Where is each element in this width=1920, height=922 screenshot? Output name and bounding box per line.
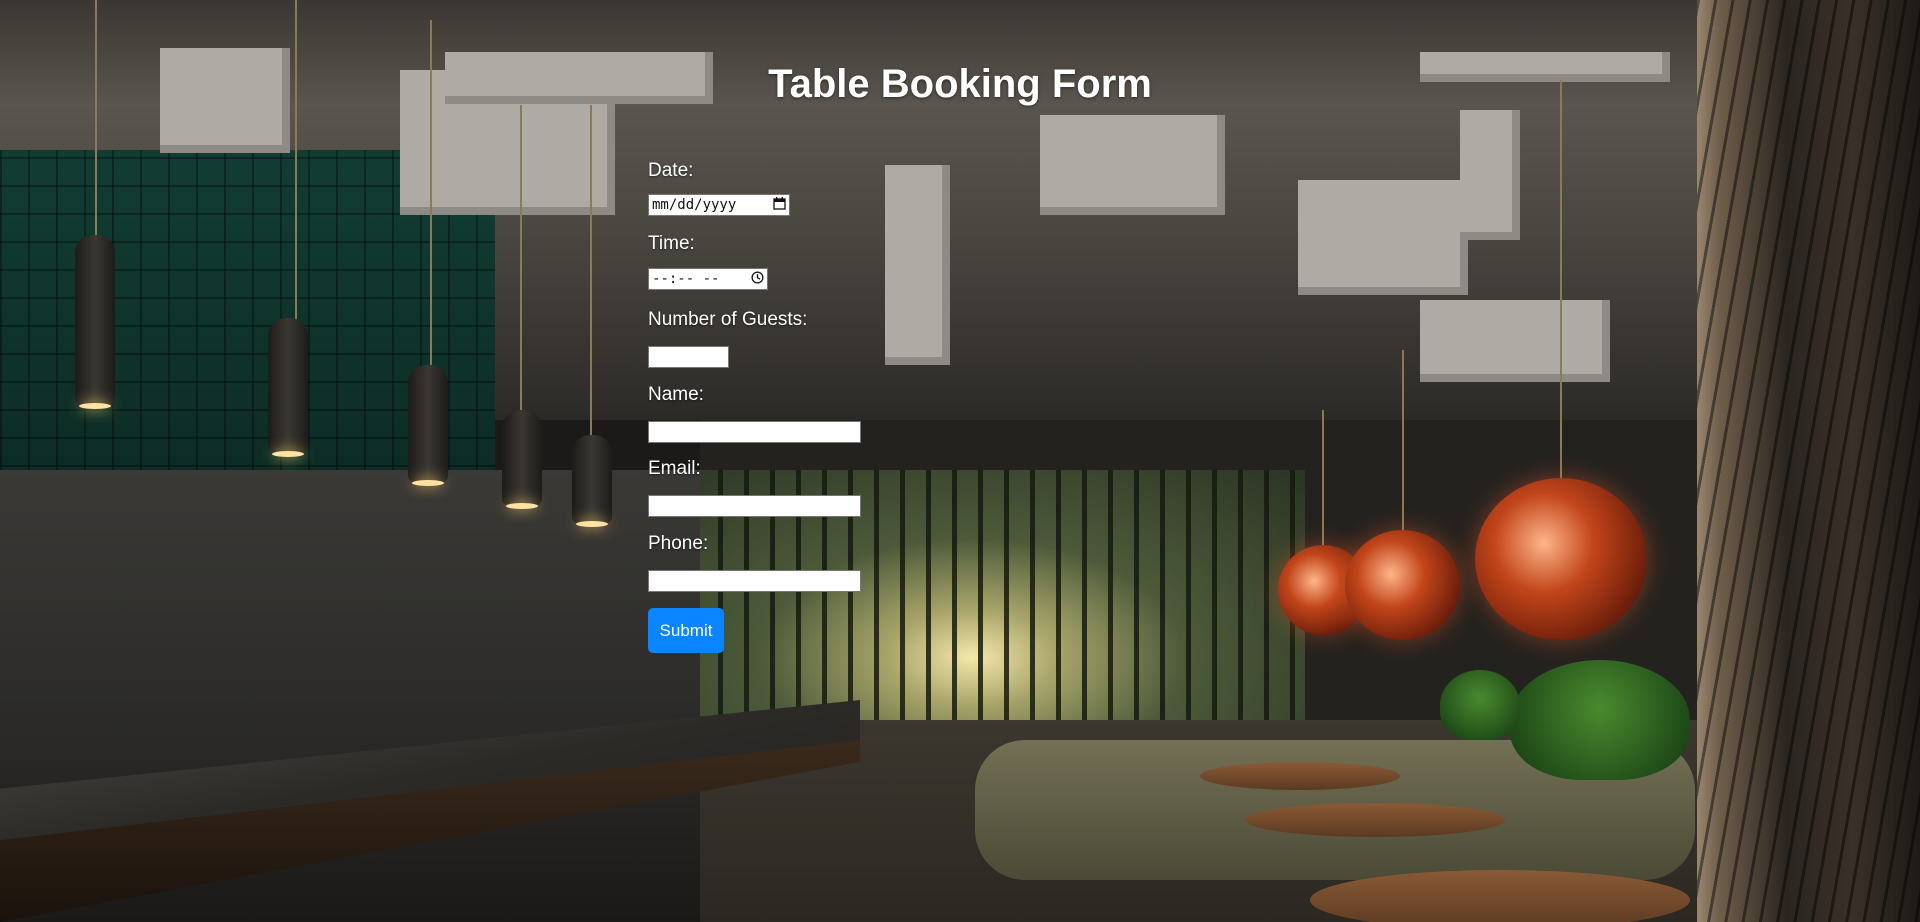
guests-input[interactable] (648, 346, 729, 368)
pendant-lamp (408, 365, 448, 486)
time-label: Time: (648, 233, 695, 254)
lamp-cord (1402, 350, 1404, 535)
date-placeholder: mm/dd/yyyy (652, 197, 737, 213)
phone-label: Phone: (648, 533, 709, 554)
lamp-cord (1322, 410, 1324, 550)
time-input[interactable]: --:-- -- (648, 268, 768, 290)
ceiling-panel (1460, 110, 1520, 240)
dining-table (1245, 803, 1505, 837)
restaurant-background-image (0, 0, 1920, 922)
phone-input[interactable] (648, 570, 861, 592)
date-label: Date: (648, 160, 694, 181)
lamp-cord (1560, 80, 1562, 480)
lamp-cord (520, 105, 522, 410)
pendant-lamp (502, 410, 542, 509)
lamp-cord (590, 105, 592, 435)
lamp-cord (295, 0, 297, 320)
dining-table (1200, 762, 1400, 790)
submit-button[interactable]: Submit (648, 608, 724, 653)
name-input[interactable] (648, 421, 861, 443)
page-title: Table Booking Form (768, 62, 1152, 106)
ceiling-panel (1420, 300, 1610, 382)
time-placeholder: --:-- -- (652, 271, 720, 287)
lamp-cord (95, 0, 97, 235)
date-input[interactable]: mm/dd/yyyy (648, 194, 790, 216)
booking-page: Table Booking Form Date: mm/dd/yyyy Time… (0, 0, 1920, 922)
ceiling-panel (1298, 180, 1468, 295)
pendant-lamp (75, 235, 115, 409)
ceiling-panel (1040, 115, 1225, 215)
email-label: Email: (648, 458, 701, 479)
name-label: Name: (648, 384, 704, 405)
copper-pendant-lamp (1475, 478, 1647, 640)
ceiling-panel (885, 165, 950, 365)
email-input[interactable] (648, 495, 861, 517)
plant (1440, 670, 1520, 740)
dining-table (1310, 870, 1690, 922)
pendant-lamp (268, 318, 308, 457)
plant (1510, 660, 1690, 780)
textured-wall (1697, 0, 1920, 922)
pendant-lamp (572, 435, 612, 527)
clock-icon[interactable] (751, 270, 764, 288)
copper-pendant-lamp (1345, 530, 1460, 640)
guests-label: Number of Guests: (648, 309, 808, 330)
calendar-icon[interactable] (773, 196, 786, 214)
